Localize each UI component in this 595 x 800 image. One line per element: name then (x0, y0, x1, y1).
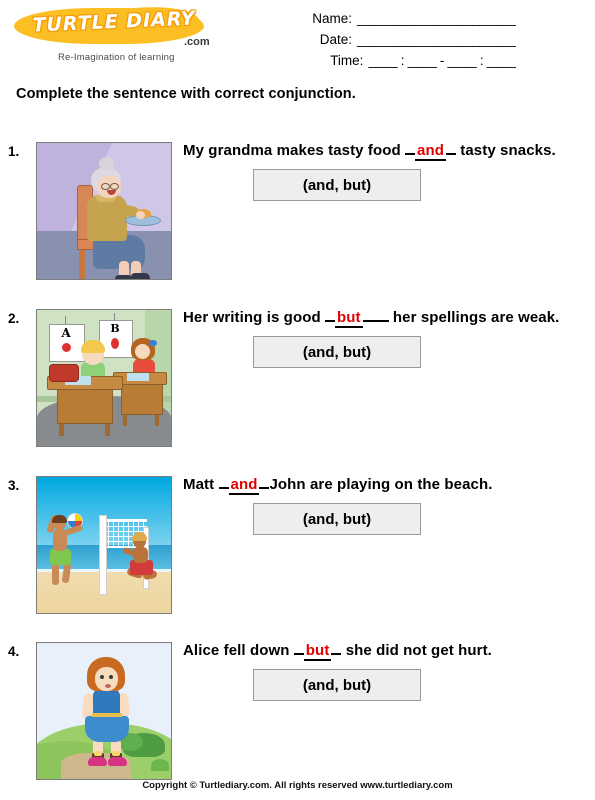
time-field-row: Time: ____ : ____ - ____ : ____ (300, 50, 516, 71)
logo-tagline: Re-Imagination of learning (58, 52, 175, 63)
date-field-label: Date: (319, 32, 352, 47)
question-4-choices[interactable]: (and, but) (253, 669, 421, 701)
question-1-choices[interactable]: (and, but) (253, 169, 421, 201)
girl-on-hill-scene (37, 643, 171, 779)
question-1-number: 1. (8, 144, 20, 159)
question-1-text-after: tasty snacks. (456, 142, 556, 159)
date-field-row: Date: ______________________ (300, 29, 516, 50)
question-4-text-before: Alice fell down (183, 642, 294, 659)
question-4-text-after: she did not get hurt. (341, 642, 492, 659)
date-field-blank[interactable]: ______________________ (357, 29, 516, 50)
worksheet-instruction: Complete the sentence with correct conju… (16, 86, 356, 102)
question-1-text-before: My grandma makes tasty food (183, 142, 406, 159)
beach-volleyball-scene (37, 477, 171, 613)
grandma-scene (37, 143, 171, 279)
question-4-image (36, 642, 172, 780)
question-3-sentence: Matt and John are playing on the beach. (183, 474, 588, 495)
question-1-answer[interactable]: and (415, 142, 446, 161)
name-field-label: Name: (312, 11, 352, 26)
classroom-scene: AB (37, 310, 171, 446)
question-3-choices[interactable]: (and, but) (253, 503, 421, 535)
worksheet-header: TURTLE DIARY .com Re-Imagination of lear… (0, 0, 595, 80)
question-3-text-after: John are playing on the beach. (269, 476, 493, 493)
name-field-row: Name: ______________________ (300, 8, 516, 29)
question-3-text-before: Matt (183, 476, 219, 493)
question-2-sentence: Her writing is good but her spellings ar… (183, 307, 588, 328)
question-2-image: AB (36, 309, 172, 447)
time-field-label: Time: (330, 53, 364, 68)
question-2-choices[interactable]: (and, but) (253, 336, 421, 368)
time-field-blank[interactable]: ____ : ____ - ____ : ____ (368, 50, 515, 71)
question-2-answer[interactable]: but (335, 309, 363, 328)
question-1-sentence: My grandma makes tasty food and tasty sn… (183, 140, 588, 161)
question-3-answer[interactable]: and (228, 476, 260, 495)
question-2-body: Her writing is good but her spellings ar… (183, 307, 588, 368)
question-4-sentence: Alice fell down but she did not get hurt… (183, 640, 588, 661)
question-2-number: 2. (8, 311, 20, 326)
student-info-fields: Name: ______________________ Date: _____… (300, 8, 516, 71)
question-3-body: Matt and John are playing on the beach. (… (183, 474, 588, 535)
question-1-body: My grandma makes tasty food and tasty sn… (183, 140, 588, 201)
question-2-text-after: her spellings are weak. (388, 309, 560, 326)
question-2-text-before: Her writing is good (183, 309, 326, 326)
question-1-image (36, 142, 172, 280)
question-4-body: Alice fell down but she did not get hurt… (183, 640, 588, 701)
turtle-diary-logo[interactable]: TURTLE DIARY .com Re-Imagination of lear… (14, 4, 224, 66)
question-4-number: 4. (8, 644, 20, 659)
question-4-answer[interactable]: but (303, 642, 332, 661)
name-field-blank[interactable]: ______________________ (357, 8, 516, 29)
copyright-footer: Copyright © Turtlediary.com. All rights … (142, 780, 453, 791)
question-3-number: 3. (8, 478, 20, 493)
logo-badge: TURTLE DIARY (14, 4, 210, 48)
logo-dotcom-suffix: .com (184, 36, 210, 48)
question-3-image (36, 476, 172, 614)
